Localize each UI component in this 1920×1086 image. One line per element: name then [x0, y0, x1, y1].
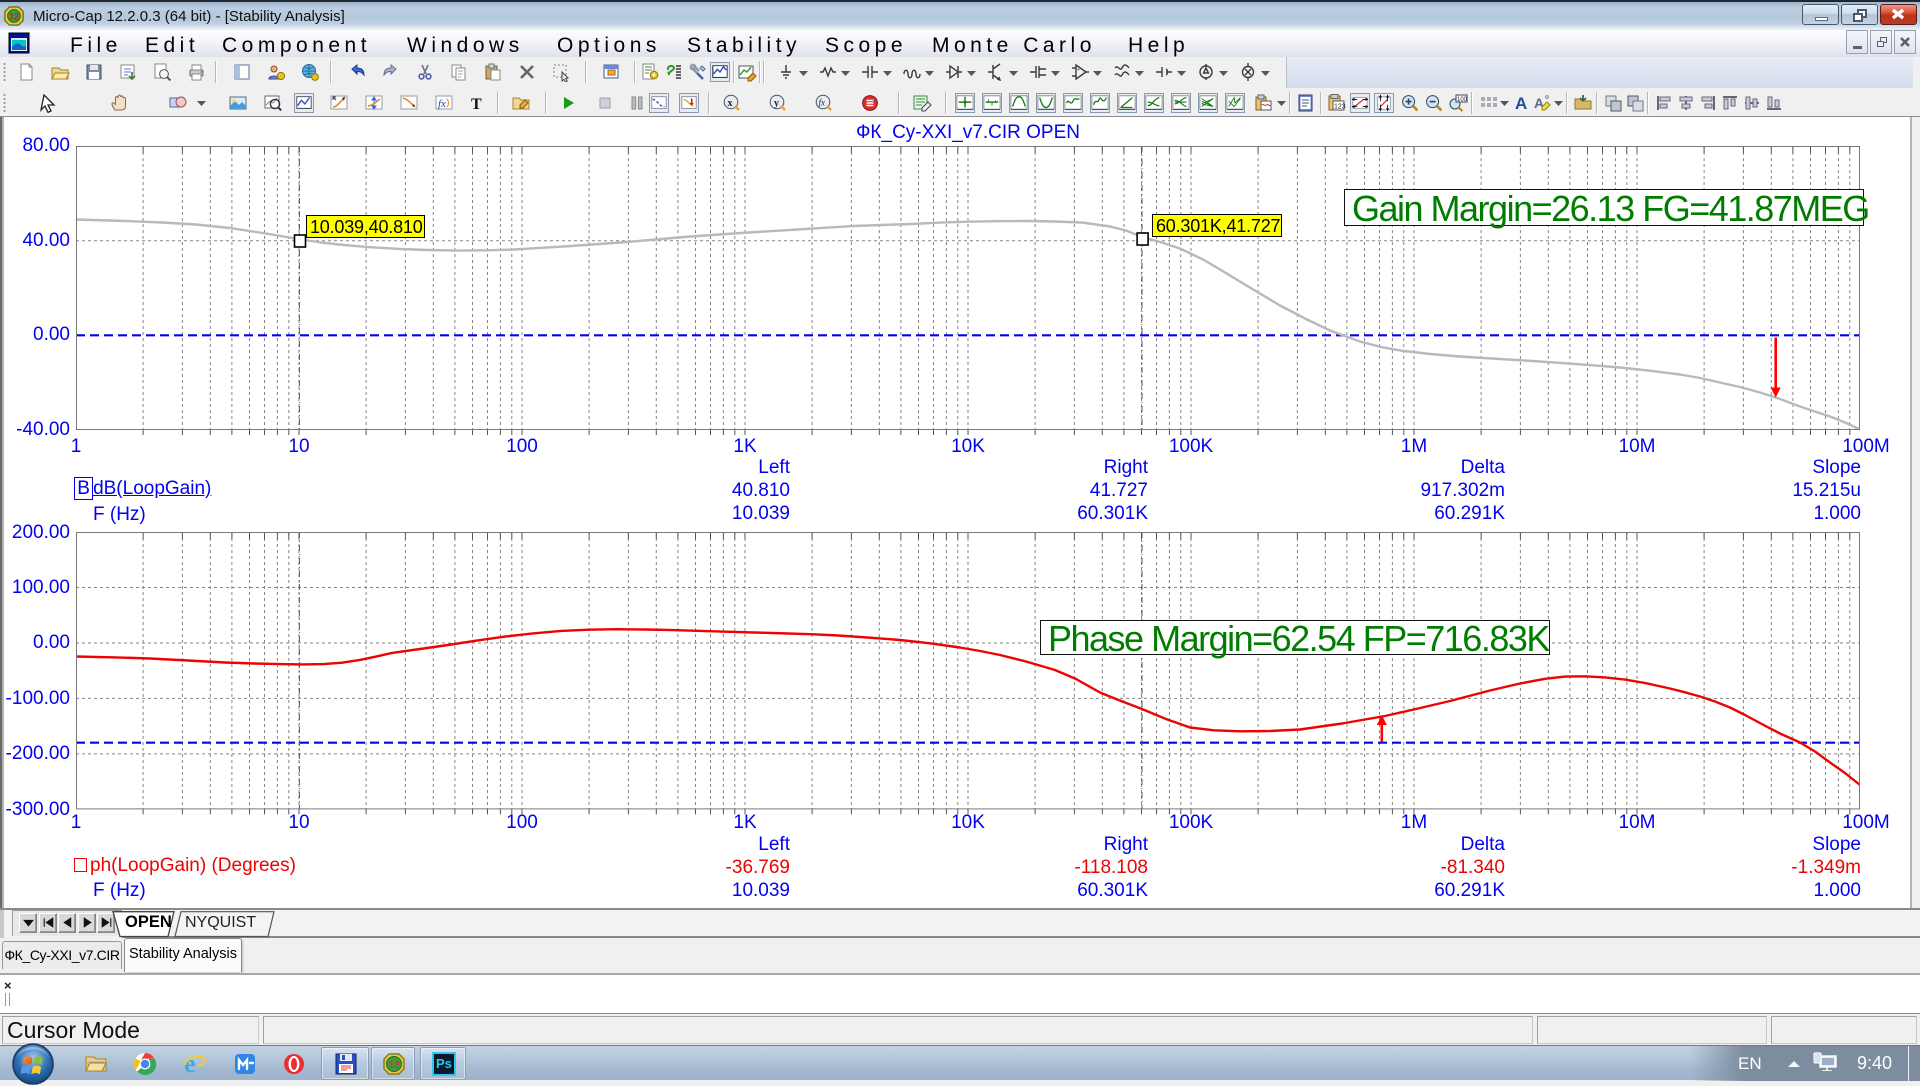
svg-text:12: 12: [9, 12, 19, 22]
svg-text:A: A: [1515, 94, 1527, 113]
svg-text:+: +: [1077, 67, 1080, 73]
svg-text:T: T: [471, 96, 482, 113]
svg-text:12: 12: [388, 1060, 400, 1071]
svg-text:100: 100: [1457, 97, 1468, 103]
svg-text:x: x: [728, 98, 733, 109]
svg-text:123: 123: [1334, 104, 1346, 111]
svg-text:fx: fx: [438, 98, 446, 110]
svg-text:y: y: [774, 98, 779, 109]
svg-text:fx: fx: [819, 98, 826, 108]
